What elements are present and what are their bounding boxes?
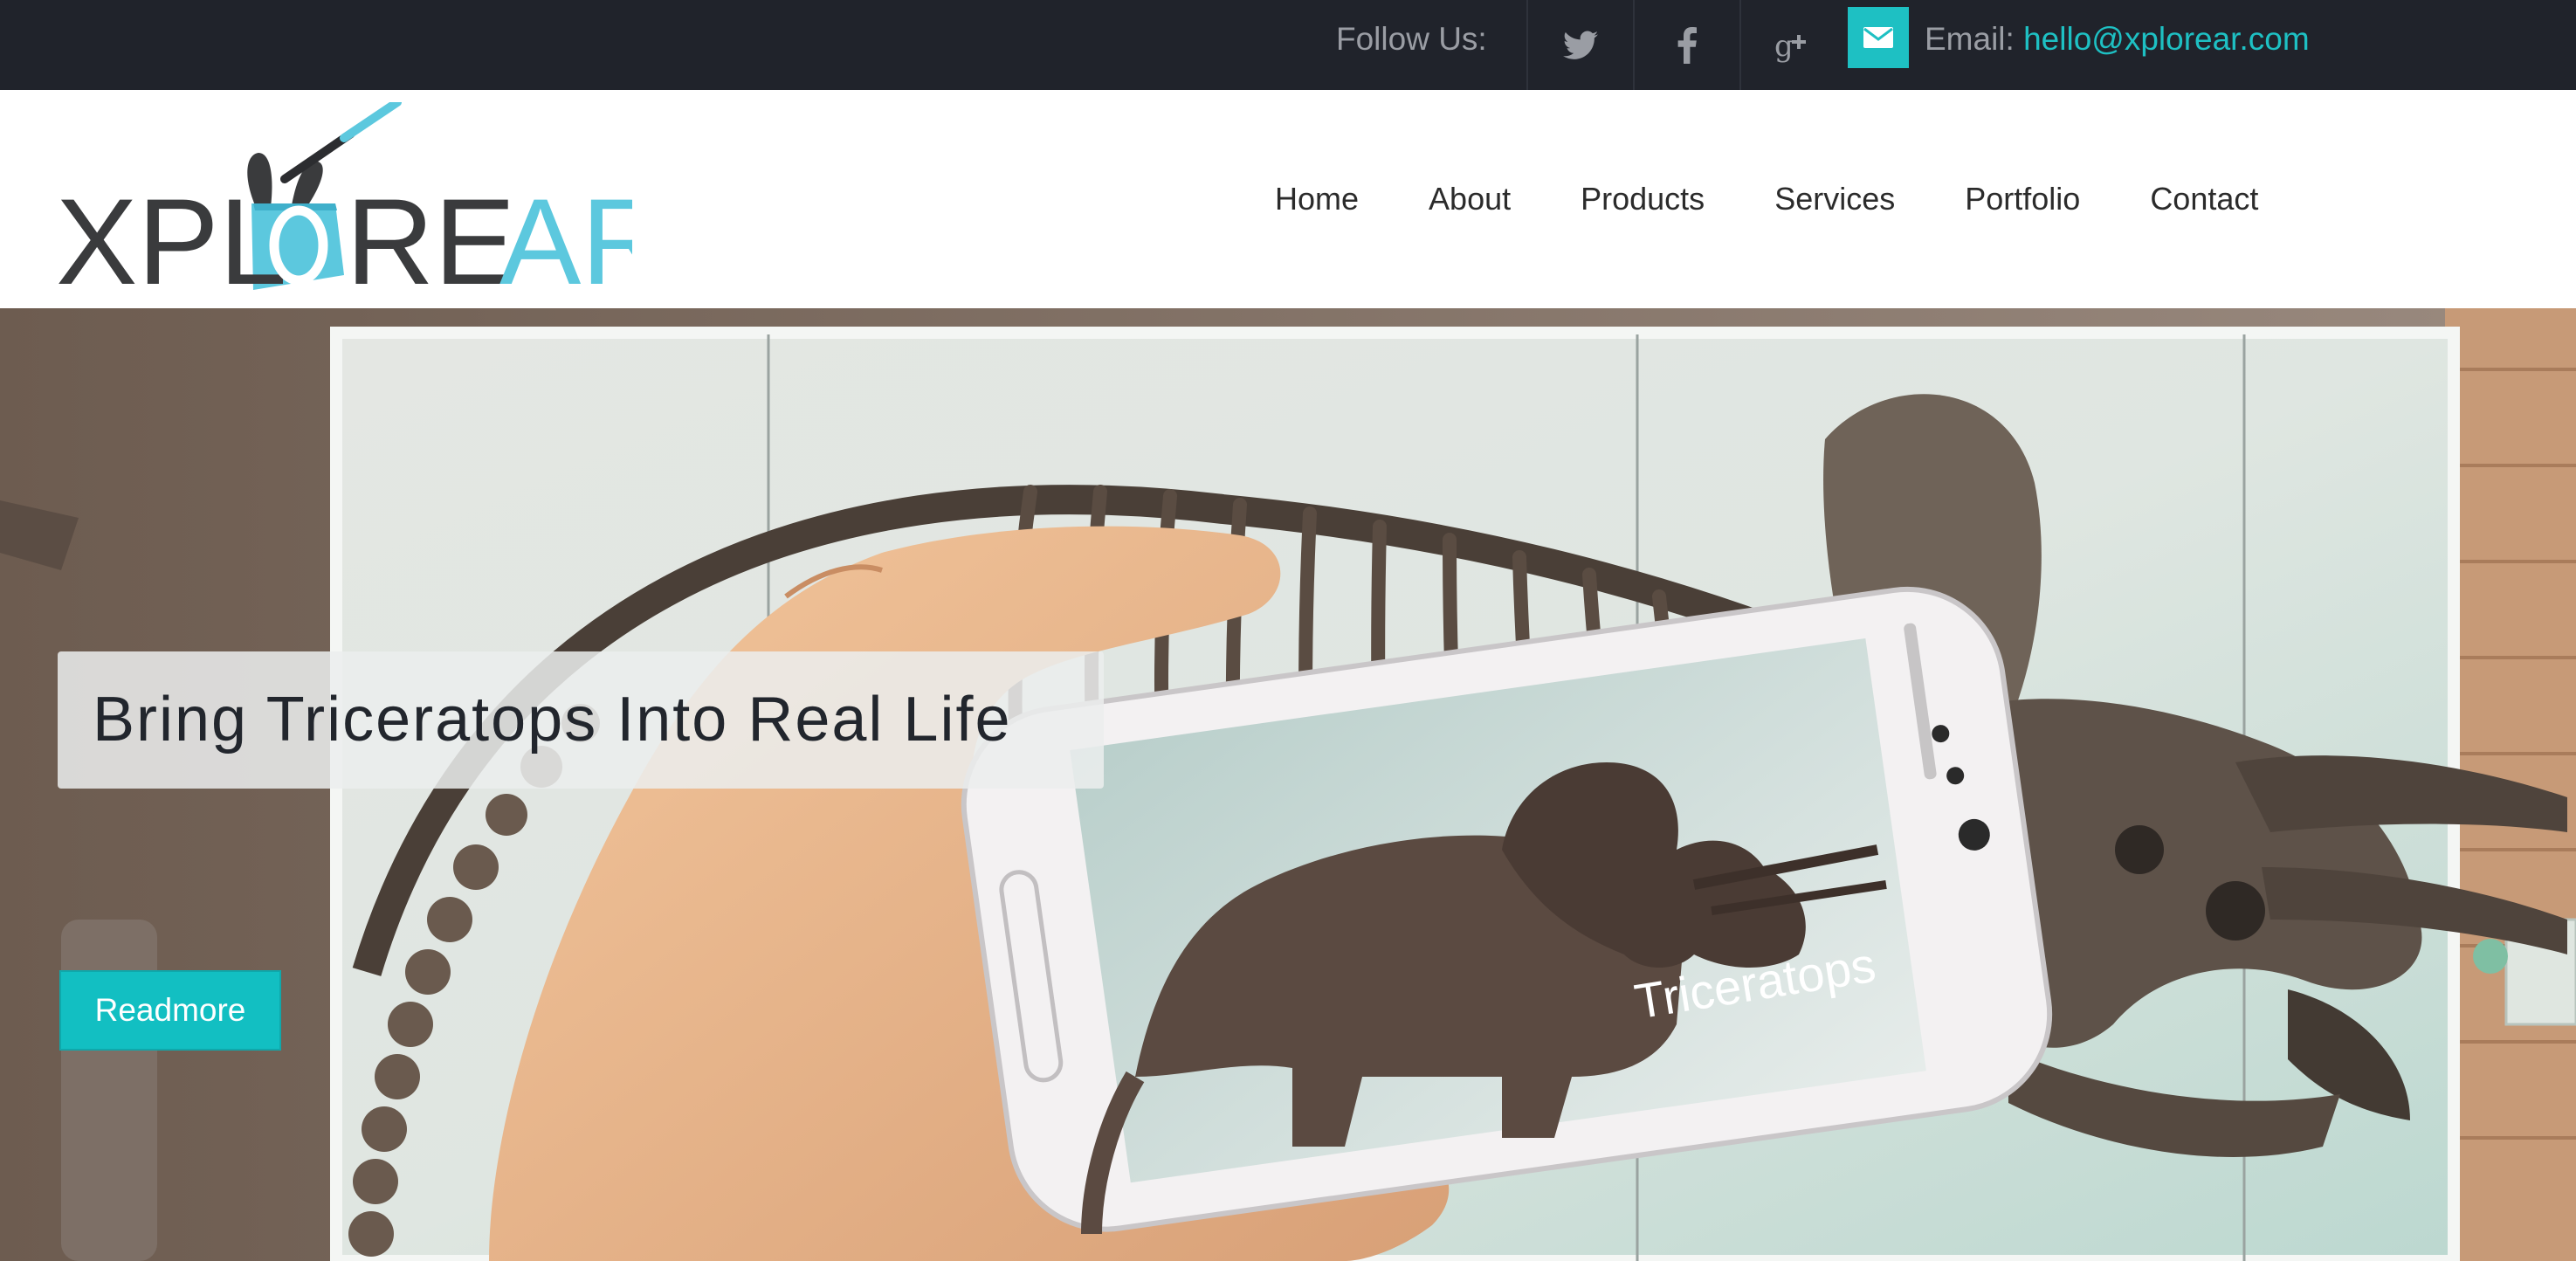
facebook-icon [1677, 26, 1697, 64]
nav-products[interactable]: Products [1581, 181, 1705, 217]
google-plus-link[interactable]: g [1739, 0, 1846, 90]
hero-title: Bring Triceratops Into Real Life [93, 685, 1012, 755]
nav-home[interactable]: Home [1275, 181, 1359, 217]
nav-portfolio[interactable]: Portfolio [1965, 181, 2080, 217]
twitter-link[interactable] [1526, 0, 1633, 90]
readmore-button[interactable]: Readmore [59, 970, 281, 1051]
google-plus-icon: g [1774, 29, 1806, 63]
xplorear-logo[interactable]: XPL RE AR [56, 102, 632, 294]
facebook-link[interactable] [1633, 0, 1739, 90]
phone-label-text: Triceratops [1631, 937, 1879, 1026]
site-header: XPL RE AR Home About Products Services P… [0, 90, 2576, 308]
top-bar: Follow Us: g Email: hello@xplorear.com [0, 0, 2576, 90]
hero-slider: Bring Triceratops Into Real Life Tricera… [0, 308, 2576, 1261]
email-info: Email: hello@xplorear.com [1925, 0, 2310, 79]
email-label: Email: [1925, 21, 2015, 57]
svg-text:XPL: XPL [56, 173, 287, 294]
nav-services[interactable]: Services [1774, 181, 1895, 217]
email-link[interactable]: hello@xplorear.com [2023, 21, 2310, 57]
phone-label: Triceratops [1631, 937, 1879, 1026]
email-icon-box [1848, 7, 1909, 68]
nav-about[interactable]: About [1429, 181, 1511, 217]
svg-text:RE: RE [346, 173, 515, 294]
nav-contact[interactable]: Contact [2150, 181, 2258, 217]
svg-text:g: g [1774, 29, 1794, 63]
envelope-icon [1863, 27, 1893, 48]
svg-text:AR: AR [499, 173, 632, 294]
main-nav: Home About Products Services Portfolio C… [1275, 90, 2328, 308]
twitter-icon [1563, 31, 1598, 59]
follow-us-label: Follow Us: [1336, 21, 1487, 57]
hero-caption: Bring Triceratops Into Real Life [58, 651, 1104, 789]
